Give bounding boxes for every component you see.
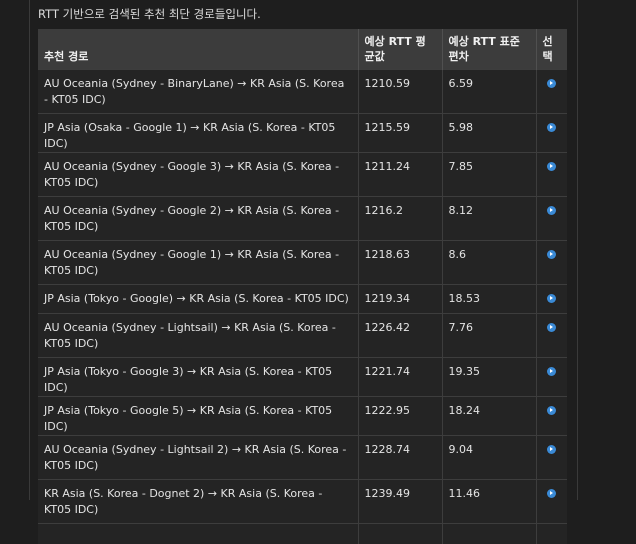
route-cell: AU Oceania (Sydney - Lightsail 2) → KR A… bbox=[38, 435, 359, 480]
route-cell: AU Oceania (Sydney - Google 3) → KR Asia… bbox=[38, 152, 359, 197]
route-cell: JP Asia (Osaka - Google 1) → KR Asia (S.… bbox=[38, 113, 359, 153]
table-row: AU Oceania (Sydney - Google 3) → KR Asia… bbox=[38, 152, 567, 197]
table-row: AU Oceania (Sydney - Lightsail) → KR Asi… bbox=[38, 313, 567, 358]
route-cell: AU Oceania (Sydney - Google 2) → KR Asia… bbox=[38, 196, 359, 241]
rtt-std-cell: 11.46 bbox=[442, 479, 537, 524]
play-circle-icon[interactable] bbox=[546, 123, 556, 132]
play-circle-icon[interactable] bbox=[546, 367, 556, 376]
play-circle-icon[interactable] bbox=[546, 489, 556, 498]
left-page-edge bbox=[29, 0, 30, 500]
route-cell: JP Asia (Tokyo - Google 3) → KR Asia (S.… bbox=[38, 357, 359, 397]
table-row-partial bbox=[38, 523, 567, 544]
rtt-std-cell: 8.12 bbox=[442, 196, 537, 241]
rtt-std-cell: 7.85 bbox=[442, 152, 537, 197]
table-row: AU Oceania (Sydney - Google 2) → KR Asia… bbox=[38, 196, 567, 241]
rtt-mean-cell: 1211.24 bbox=[358, 152, 443, 197]
rtt-mean-cell: 1215.59 bbox=[358, 113, 443, 153]
rtt-mean-cell: 1226.42 bbox=[358, 313, 443, 358]
rtt-std-cell: 8.6 bbox=[442, 240, 537, 285]
table-row: AU Oceania (Sydney - BinaryLane) → KR As… bbox=[38, 69, 567, 114]
play-circle-icon[interactable] bbox=[546, 445, 556, 454]
table-row: JP Asia (Osaka - Google 1) → KR Asia (S.… bbox=[38, 113, 567, 153]
select-cell bbox=[536, 435, 567, 480]
rtt-mean-cell: 1218.63 bbox=[358, 240, 443, 285]
header-rtt-std: 예상 RTT 표준편차 bbox=[442, 29, 537, 70]
header-rtt-mean: 예상 RTT 평균값 bbox=[358, 29, 443, 70]
header-route: 추천 경로 bbox=[38, 29, 359, 70]
select-cell bbox=[536, 284, 567, 314]
route-cell bbox=[38, 523, 359, 544]
rtt-std-cell: 7.76 bbox=[442, 313, 537, 358]
header-select: 선택 bbox=[536, 29, 567, 70]
play-circle-icon[interactable] bbox=[546, 250, 556, 259]
select-cell bbox=[536, 396, 567, 436]
table-row: JP Asia (Tokyo - Google) → KR Asia (S. K… bbox=[38, 284, 567, 314]
rtt-mean-cell: 1222.95 bbox=[358, 396, 443, 436]
table-row: JP Asia (Tokyo - Google 5) → KR Asia (S.… bbox=[38, 396, 567, 436]
play-circle-icon[interactable] bbox=[546, 79, 556, 88]
play-circle-icon[interactable] bbox=[546, 294, 556, 303]
rtt-std-cell: 6.59 bbox=[442, 69, 537, 114]
rtt-std-cell bbox=[442, 523, 537, 544]
rtt-mean-cell bbox=[358, 523, 443, 544]
play-circle-icon[interactable] bbox=[546, 162, 556, 171]
rtt-std-cell: 9.04 bbox=[442, 435, 537, 480]
select-cell bbox=[536, 152, 567, 197]
right-page-edge bbox=[577, 0, 578, 500]
select-cell bbox=[536, 240, 567, 285]
play-circle-icon[interactable] bbox=[546, 206, 556, 215]
route-results-table: 추천 경로 예상 RTT 평균값 예상 RTT 표준편차 선택 AU Ocean… bbox=[38, 29, 567, 544]
route-cell: KR Asia (S. Korea - Dognet 2) → KR Asia … bbox=[38, 479, 359, 524]
rtt-std-cell: 18.53 bbox=[442, 284, 537, 314]
table-row: JP Asia (Tokyo - Google 3) → KR Asia (S.… bbox=[38, 357, 567, 397]
select-cell bbox=[536, 479, 567, 524]
rtt-std-cell: 5.98 bbox=[442, 113, 537, 153]
rtt-mean-cell: 1216.2 bbox=[358, 196, 443, 241]
route-cell: AU Oceania (Sydney - BinaryLane) → KR As… bbox=[38, 69, 359, 114]
table-row: AU Oceania (Sydney - Google 1) → KR Asia… bbox=[38, 240, 567, 285]
rtt-std-cell: 19.35 bbox=[442, 357, 537, 397]
rtt-mean-cell: 1219.34 bbox=[358, 284, 443, 314]
rtt-mean-cell: 1228.74 bbox=[358, 435, 443, 480]
select-cell bbox=[536, 69, 567, 114]
table-row: KR Asia (S. Korea - Dognet 2) → KR Asia … bbox=[38, 479, 567, 524]
results-caption: RTT 기반으로 검색된 추천 최단 경로들입니다. bbox=[38, 7, 261, 21]
route-cell: JP Asia (Tokyo - Google) → KR Asia (S. K… bbox=[38, 284, 359, 314]
select-cell bbox=[536, 196, 567, 241]
play-circle-icon[interactable] bbox=[546, 406, 556, 415]
select-cell bbox=[536, 113, 567, 153]
select-cell bbox=[536, 313, 567, 358]
route-cell: JP Asia (Tokyo - Google 5) → KR Asia (S.… bbox=[38, 396, 359, 436]
rtt-mean-cell: 1239.49 bbox=[358, 479, 443, 524]
rtt-mean-cell: 1210.59 bbox=[358, 69, 443, 114]
play-circle-icon[interactable] bbox=[546, 323, 556, 332]
table-header-row: 추천 경로 예상 RTT 평균값 예상 RTT 표준편차 선택 bbox=[38, 29, 567, 70]
route-cell: AU Oceania (Sydney - Google 1) → KR Asia… bbox=[38, 240, 359, 285]
rtt-mean-cell: 1221.74 bbox=[358, 357, 443, 397]
route-cell: AU Oceania (Sydney - Lightsail) → KR Asi… bbox=[38, 313, 359, 358]
select-cell bbox=[536, 523, 567, 544]
table-row: AU Oceania (Sydney - Lightsail 2) → KR A… bbox=[38, 435, 567, 480]
rtt-std-cell: 18.24 bbox=[442, 396, 537, 436]
select-cell bbox=[536, 357, 567, 397]
